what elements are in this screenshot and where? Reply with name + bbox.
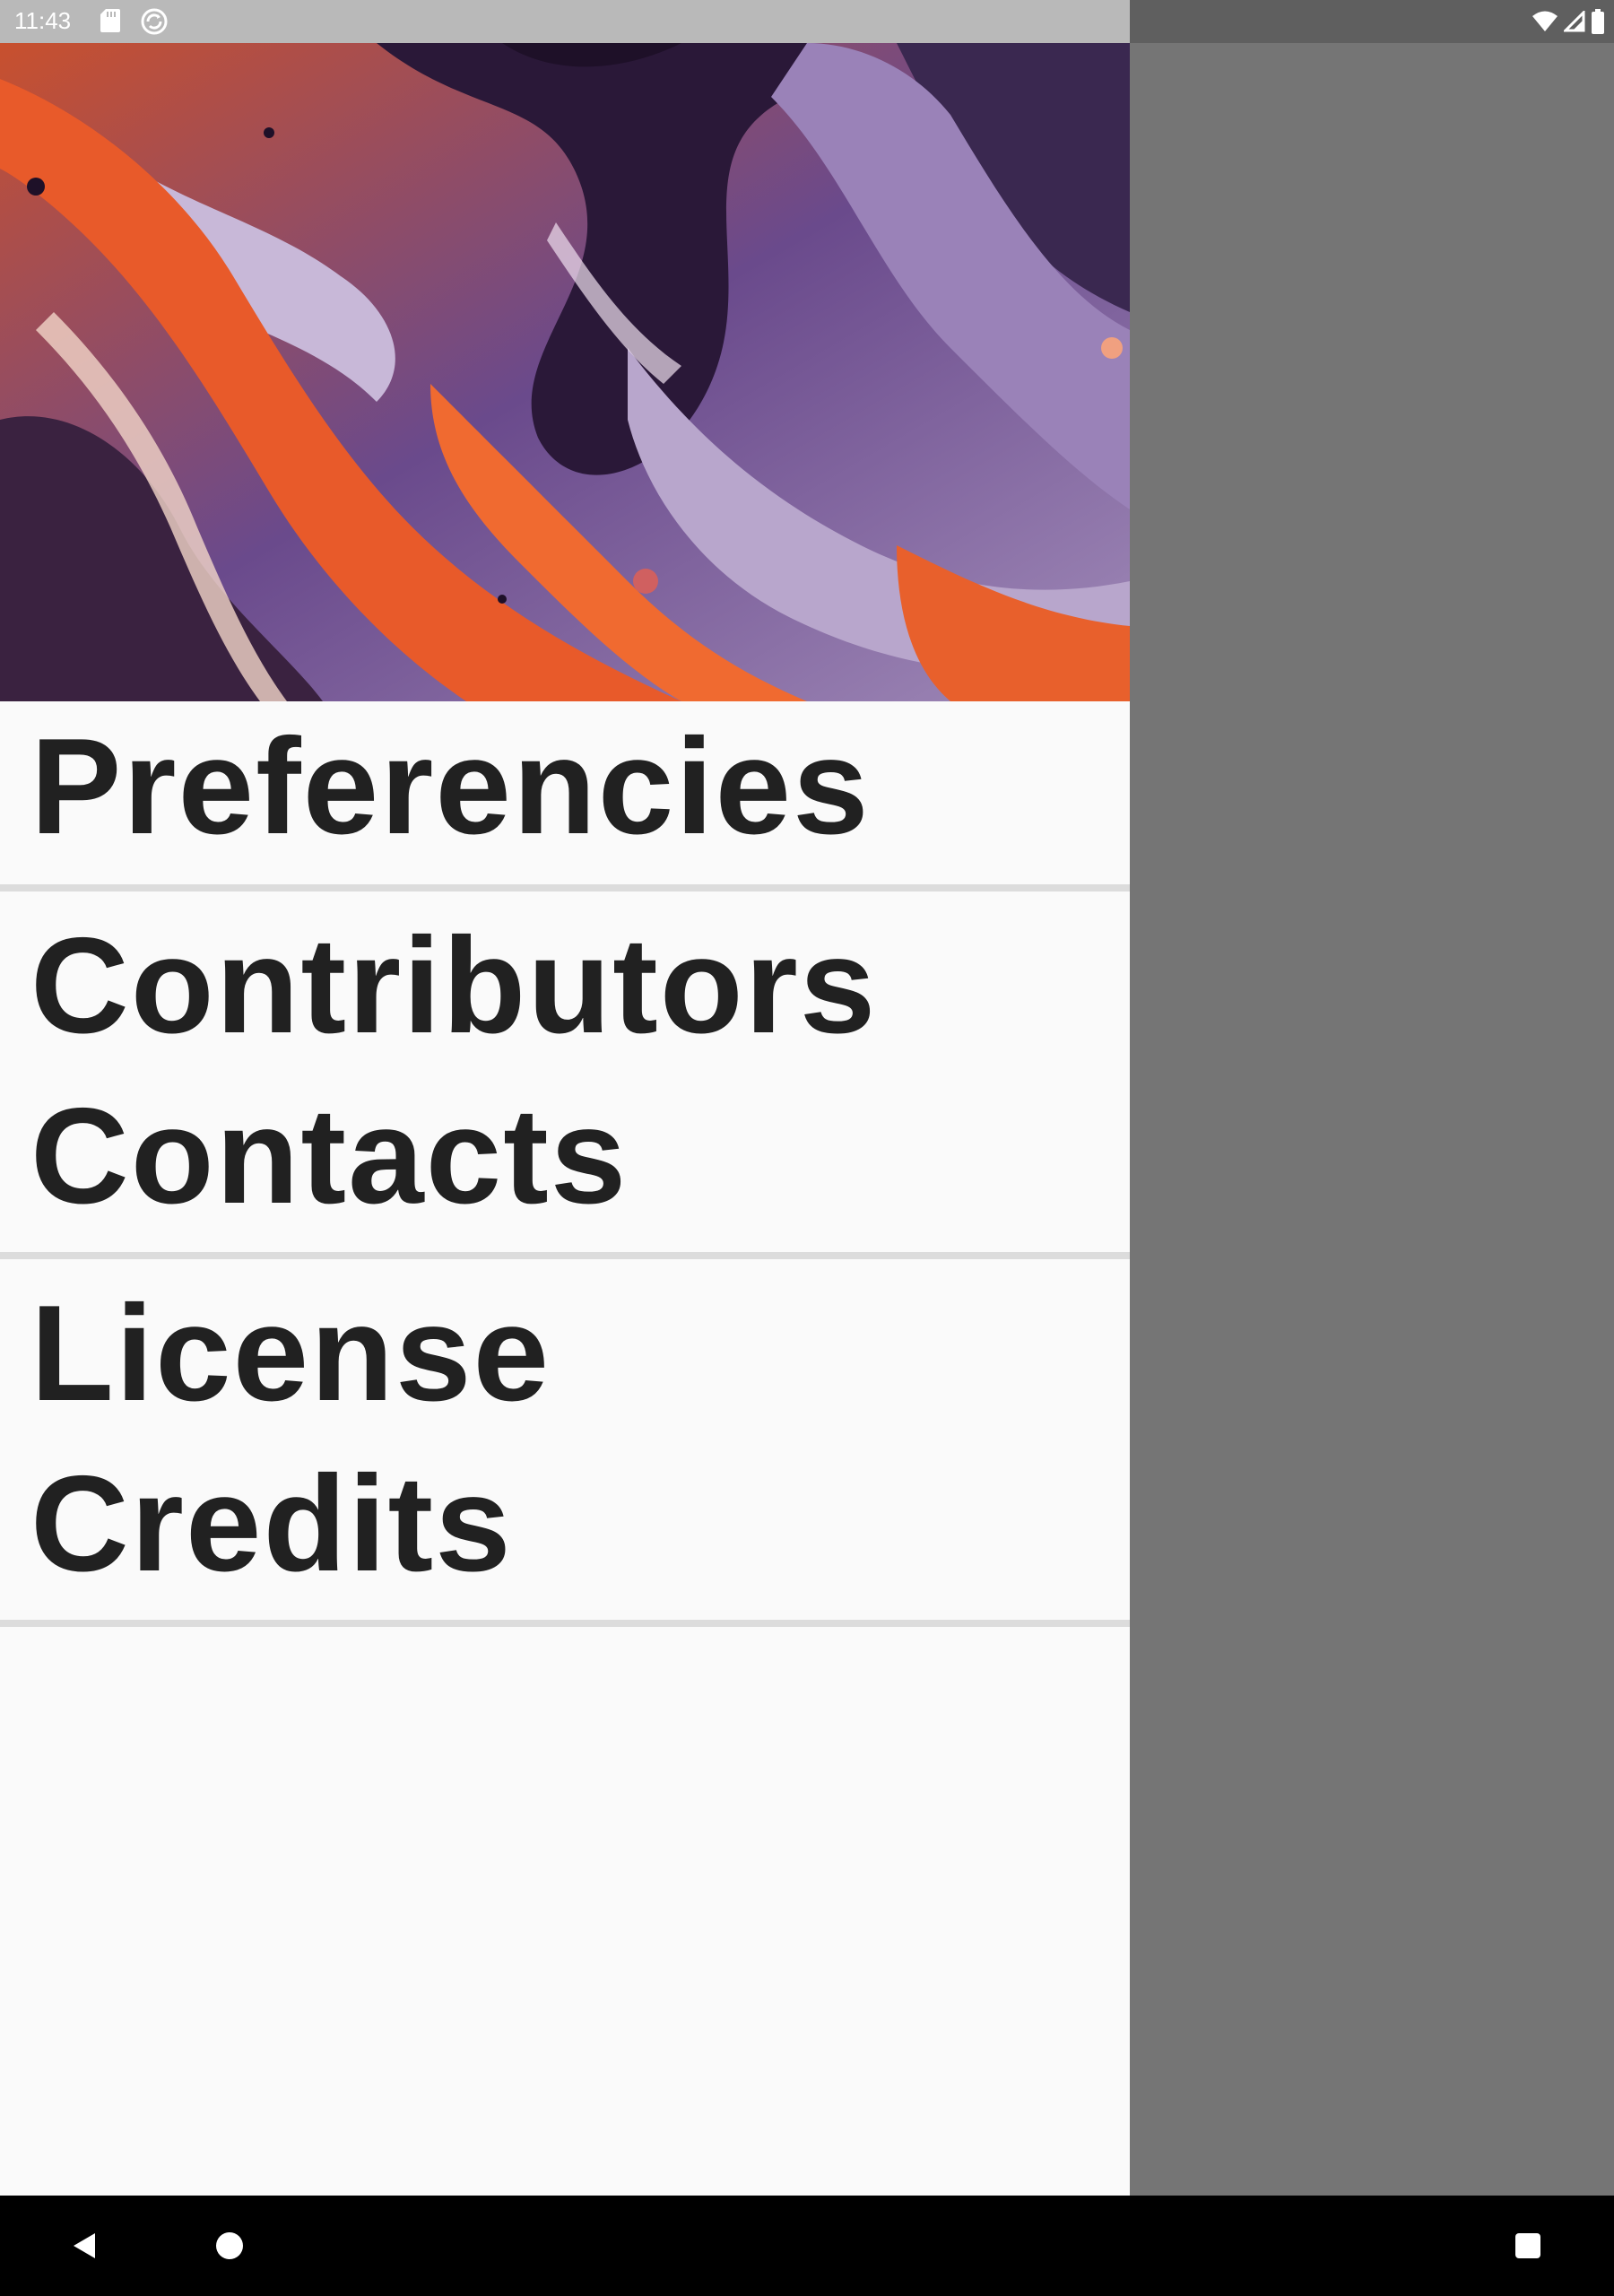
back-button[interactable] xyxy=(59,2221,109,2271)
status-bar: 11:43 xyxy=(0,0,1614,43)
back-icon xyxy=(74,2233,95,2258)
drawer-scrim[interactable] xyxy=(1130,43,1614,2196)
wifi-icon xyxy=(1532,11,1558,31)
status-time: 11:43 xyxy=(14,7,72,34)
menu-item-contacts[interactable]: Contacts xyxy=(0,1071,1130,1241)
sd-card-icon xyxy=(100,9,120,32)
menu-divider xyxy=(0,1620,1130,1627)
menu-item-license[interactable]: License xyxy=(0,1268,1130,1439)
system-nav-bar xyxy=(0,2196,1614,2296)
status-icons xyxy=(1532,7,1605,36)
status-bar-left: 11:43 xyxy=(0,0,1130,43)
recents-icon xyxy=(1515,2233,1540,2258)
menu-divider xyxy=(0,1252,1130,1259)
home-icon xyxy=(216,2232,243,2259)
drawer-header-image xyxy=(0,43,1130,701)
menu-divider xyxy=(0,884,1130,891)
home-button[interactable] xyxy=(204,2221,255,2271)
signal-icon xyxy=(1564,11,1585,32)
sync-icon xyxy=(141,8,168,35)
navigation-drawer: Preferencies Contributors Contacts Licen… xyxy=(0,43,1130,2196)
abstract-fluid-art-image xyxy=(0,43,1130,701)
menu-item-credits[interactable]: Credits xyxy=(0,1439,1130,1609)
menu-item-preferencies[interactable]: Preferencies xyxy=(0,701,1130,872)
menu-item-contributors[interactable]: Contributors xyxy=(0,900,1130,1071)
recents-button[interactable] xyxy=(1503,2221,1553,2271)
battery-icon xyxy=(1592,9,1604,34)
